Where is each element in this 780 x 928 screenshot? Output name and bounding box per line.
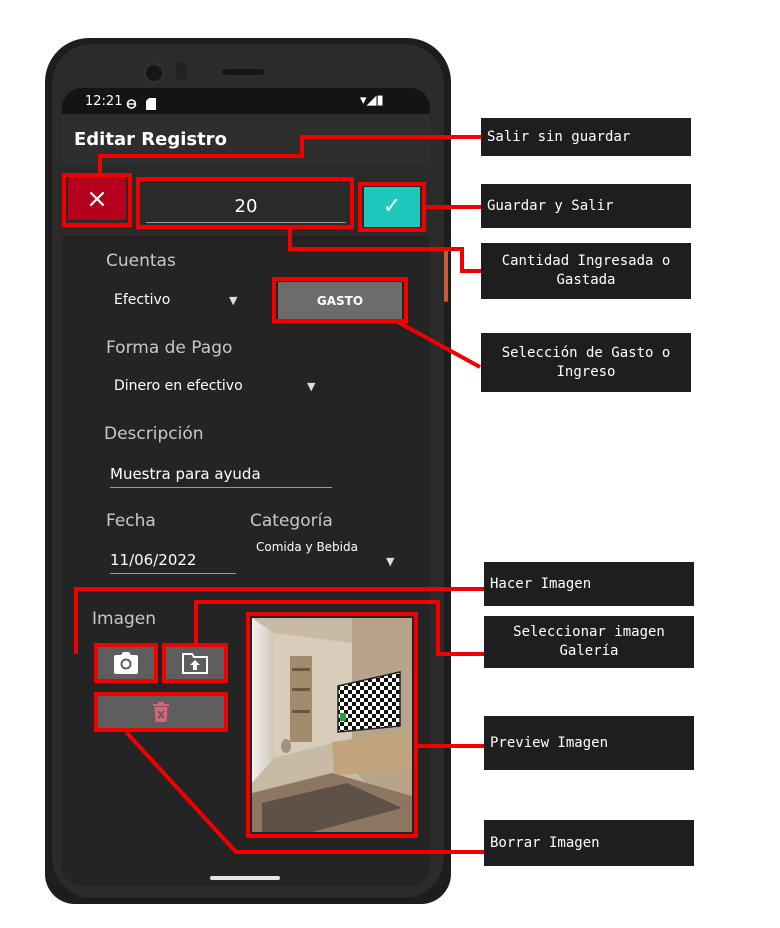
callout-cantidad: Cantidad Ingresada o Gastada (481, 243, 691, 299)
callout-borrar: Borrar Imagen (484, 820, 694, 866)
callout-preview: Preview Imagen (484, 716, 694, 770)
callout-seleccion: Selección de Gasto o Ingreso (481, 333, 691, 392)
callout-seleccionar-imagen: Seleccionar imagen Galería (484, 616, 694, 668)
callout-salir: Salir sin guardar (481, 118, 691, 156)
callout-guardar: Guardar y Salir (481, 184, 691, 228)
callout-hacer-imagen: Hacer Imagen (484, 562, 694, 606)
